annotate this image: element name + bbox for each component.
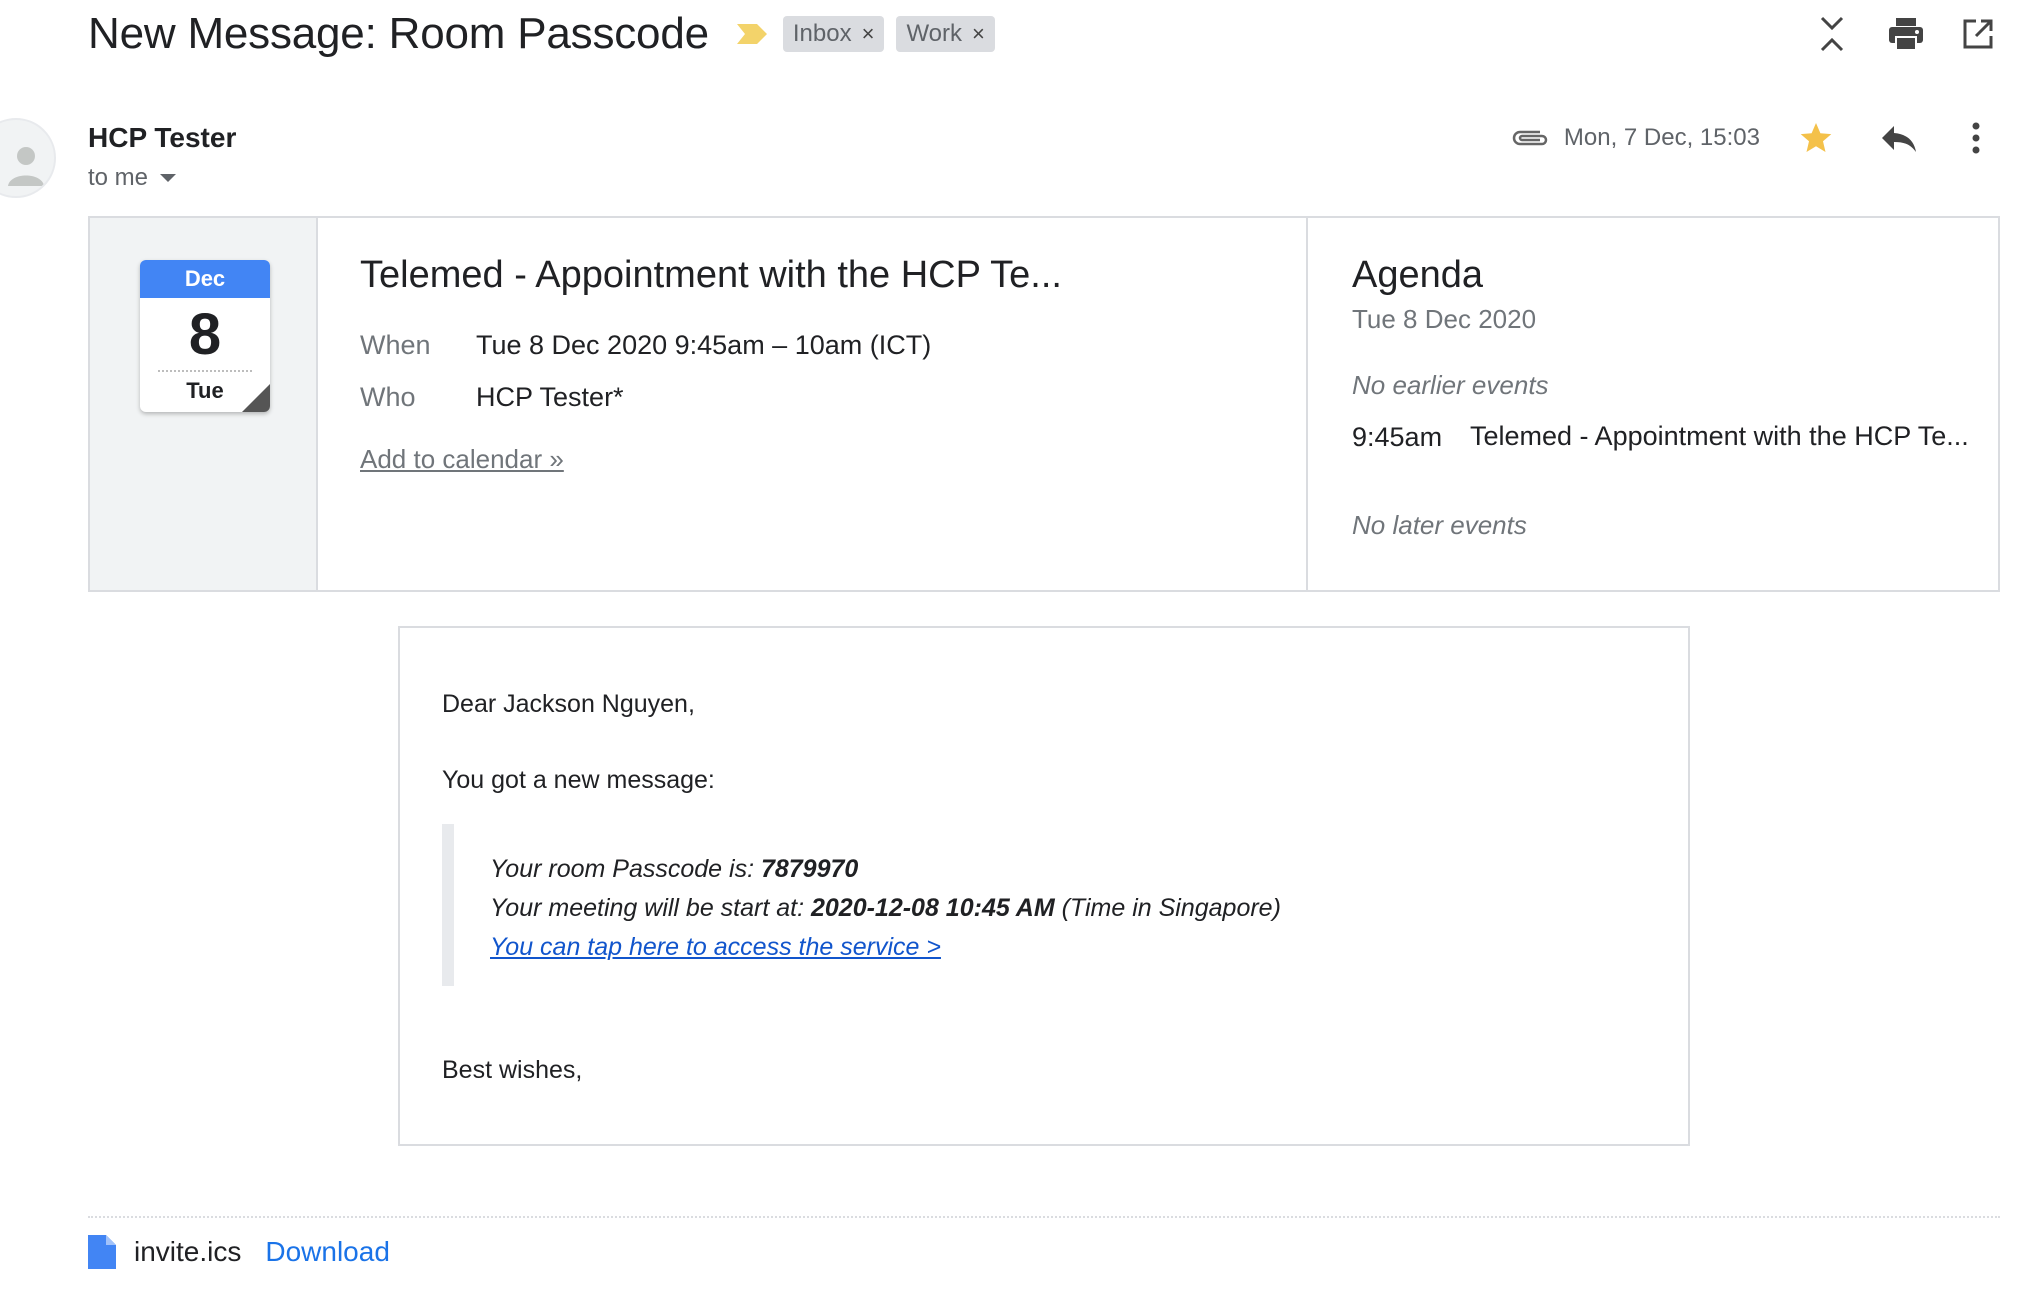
- agenda-event-time: 9:45am: [1352, 422, 1443, 452]
- message-timestamp[interactable]: Mon, 7 Dec, 15:03: [1564, 124, 1760, 152]
- who-label: Who: [360, 382, 416, 412]
- start-label: Your meeting will be start at:: [490, 894, 811, 922]
- calendar-date-badge: Dec 8 Tue: [140, 260, 270, 412]
- calendar-divider: [158, 370, 252, 372]
- no-later-events: No later events: [1352, 510, 1527, 540]
- message-quote: Your room Passcode is: 7879970 Your meet…: [442, 824, 1442, 986]
- label-chip-work: Work ×: [896, 16, 995, 52]
- sender-avatar[interactable]: [0, 118, 56, 198]
- invite-date-column: Dec 8 Tue: [90, 218, 318, 590]
- label-chip-inbox: Inbox ×: [782, 16, 885, 52]
- agenda-event-title: Telemed - Appointment with the HCP Te...: [1470, 421, 1969, 451]
- invite-details: Telemed - Appointment with the HCP Te...…: [318, 218, 1308, 590]
- sender-name[interactable]: HCP Tester: [88, 122, 236, 154]
- start-value: 2020-12-08 10:45 AM: [810, 894, 1055, 922]
- open-in-new-window-icon[interactable]: [1956, 12, 2000, 56]
- agenda-date: Tue 8 Dec 2020: [1352, 304, 1537, 334]
- subject-row: New Message: Room Passcode Inbox × Work …: [88, 6, 995, 62]
- passcode-label: Your room Passcode is:: [490, 855, 761, 883]
- event-who-row: Who HCP Tester*: [360, 382, 624, 413]
- agenda-event-item: 9:45am Telemed - Appointment with the HC…: [1352, 421, 1972, 454]
- more-options-icon[interactable]: [1958, 118, 1994, 158]
- agenda-title: Agenda: [1352, 254, 1484, 296]
- calendar-invite-card: Dec 8 Tue Telemed - Appointment with the…: [88, 216, 2000, 592]
- when-label: When: [360, 330, 431, 360]
- passcode-line: Your room Passcode is: 7879970: [490, 850, 1442, 889]
- calendar-month: Dec: [140, 260, 270, 298]
- when-value: Tue 8 Dec 2020 9:45am – 10am (ICT): [476, 330, 932, 360]
- print-icon[interactable]: [1884, 12, 1928, 56]
- message-meta: Mon, 7 Dec, 15:03: [1510, 118, 1760, 158]
- intro-text: You got a new message:: [442, 766, 715, 794]
- passcode-value: 7879970: [760, 855, 859, 883]
- start-note: (Time in Singapore): [1054, 894, 1281, 922]
- message-body: Dear Jackson Nguyen, You got a new messa…: [398, 626, 1690, 1146]
- importance-marker-icon[interactable]: [735, 22, 769, 46]
- person-icon: [8, 147, 44, 186]
- email-subject: New Message: Room Passcode: [88, 9, 709, 58]
- attachment-file-name[interactable]: invite.ics: [134, 1236, 241, 1268]
- greeting-text: Dear Jackson Nguyen,: [442, 690, 695, 718]
- recipient-label: to me: [88, 164, 149, 191]
- attachment-divider: [88, 1216, 2000, 1218]
- recipient-details-toggle[interactable]: to me: [88, 164, 177, 192]
- event-title: Telemed - Appointment with the HCP Te...: [360, 254, 1062, 296]
- add-to-calendar-link[interactable]: Add to calendar »: [360, 444, 564, 475]
- label-name: Inbox: [792, 20, 852, 47]
- attachment-icon: [1512, 130, 1548, 146]
- who-value: HCP Tester*: [476, 382, 624, 412]
- reply-icon[interactable]: [1876, 118, 1920, 158]
- attachment-row: invite.ics Download: [88, 1232, 390, 1272]
- file-icon: [88, 1235, 116, 1269]
- event-when-row: When Tue 8 Dec 2020 9:45am – 10am (ICT): [360, 330, 931, 361]
- remove-label-icon[interactable]: ×: [862, 21, 875, 47]
- access-service-link[interactable]: You can tap here to access the service >: [490, 933, 941, 961]
- service-link-line: You can tap here to access the service >: [490, 928, 1442, 967]
- signoff-text: Best wishes,: [442, 1056, 583, 1084]
- label-name: Work: [906, 20, 962, 47]
- no-earlier-events: No earlier events: [1352, 370, 1549, 400]
- agenda-panel: Agenda Tue 8 Dec 2020 No earlier events …: [1310, 218, 1998, 590]
- star-icon[interactable]: [1796, 118, 1836, 158]
- collapse-all-icon[interactable]: [1810, 12, 1854, 56]
- remove-label-icon[interactable]: ×: [972, 21, 985, 47]
- chevron-down-icon: [160, 174, 177, 182]
- calendar-day: 8: [188, 302, 222, 367]
- download-link[interactable]: Download: [265, 1236, 390, 1268]
- page-curl-icon: [242, 384, 270, 412]
- start-time-line: Your meeting will be start at: 2020-12-0…: [490, 889, 1442, 928]
